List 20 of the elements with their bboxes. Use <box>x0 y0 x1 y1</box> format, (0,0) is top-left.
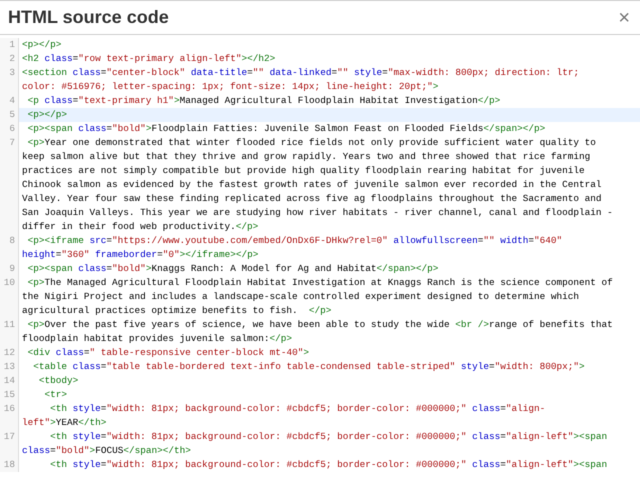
line-number: 8 <box>9 234 15 248</box>
line-number: 3 <box>9 66 15 80</box>
line-number: 12 <box>4 346 15 360</box>
line-number: 10 <box>4 276 15 290</box>
close-button[interactable]: × <box>616 8 632 28</box>
line-number: 2 <box>9 52 15 66</box>
line-number: 4 <box>9 94 15 108</box>
line-number: 7 <box>9 136 15 150</box>
line-number: 5 <box>9 108 15 122</box>
line-number: 17 <box>4 430 15 444</box>
line-number: 9 <box>9 262 15 276</box>
line-number: 13 <box>4 360 15 374</box>
line-number: 16 <box>4 402 15 416</box>
line-number: 1 <box>9 38 15 52</box>
dialog-title: HTML source code <box>8 6 169 29</box>
line-number: 6 <box>9 122 15 136</box>
line-number: 15 <box>4 388 15 402</box>
line-number: 18 <box>4 458 15 472</box>
line-number: 14 <box>4 374 15 388</box>
line-number: 11 <box>4 318 15 332</box>
